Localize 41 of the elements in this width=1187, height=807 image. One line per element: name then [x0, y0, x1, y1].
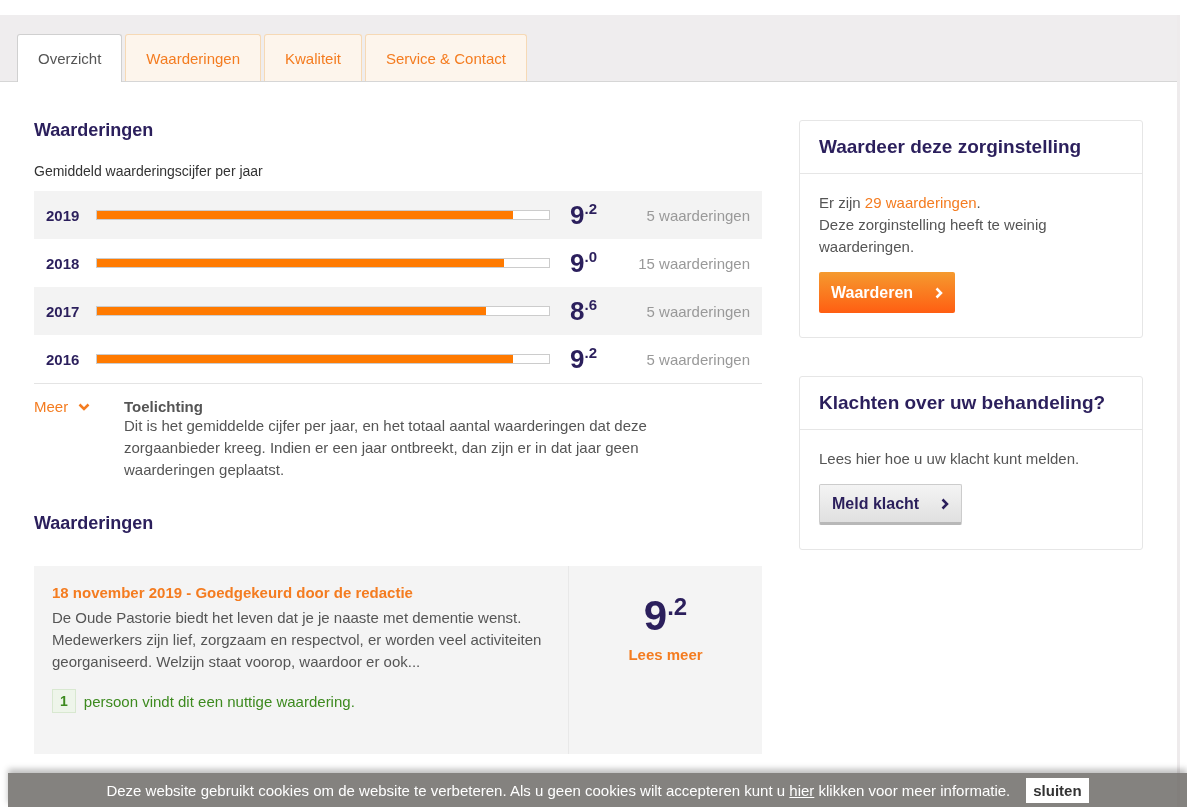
close-button[interactable]: sluiten [1026, 777, 1089, 803]
year-score: 9$^{.0}$ [570, 247, 598, 279]
chart-subtitle: Gemiddeld waarderingscijfer per jaar [34, 163, 264, 179]
rating-count: 5 waarderingen [645, 206, 750, 224]
year-label: 2017 [46, 302, 81, 320]
explanation-text: Dit is het gemiddelde cijfer per jaar, en het totaal aantal waarderingen dat deze zorgaanbieder kreeg. Indien er een jaar ontbreekt, dan zijn er in dat jaar geen waarderingen geplaatst. [124, 416, 648, 480]
tab[interactable]: Service & Contact [364, 34, 527, 81]
review-text: De Oude Pastorie biedt het leven dat je je naaste met dementie wenst. Medewerkers zijn lief, zorgzaam en respectvol, er worden veel activiteiten georganiseerd. Welzijn staat voorop, waardoor er ook... [52, 608, 542, 672]
card-title: Waardeer deze zorginstelling [800, 121, 1142, 174]
helpful-count: 1 [52, 689, 76, 713]
rating-count: 5 waarderingen [645, 302, 750, 320]
year-score: 9$^{.2}$ [570, 343, 598, 375]
year-score: 8$^{.6}$ [570, 295, 598, 327]
year-label: 2018 [46, 254, 81, 272]
card-text: Lees hier hoe u uw klacht kunt melden. [819, 449, 1081, 469]
chevron-right-icon [935, 286, 944, 299]
rate-button[interactable]: Waarderen [819, 272, 956, 313]
review-score: 9$^{.2}$ [643, 592, 688, 640]
review-heading: 18 november 2019 - Goedgekeurd door de redactie [52, 584, 414, 601]
year-label: 2016 [46, 350, 81, 368]
explanation-title: Toelichting [124, 398, 204, 415]
tab[interactable]: Kwaliteit [264, 34, 362, 81]
info-link[interactable]: hier [789, 781, 815, 799]
complaint-button[interactable]: Meld klacht [819, 484, 963, 525]
chevron-right-icon [941, 497, 950, 510]
ratings-link[interactable]: 29 waarderingen [864, 194, 977, 211]
year-score: 9$^{.2}$ [570, 199, 598, 231]
year-label: 2019 [46, 206, 81, 224]
more-link[interactable]: Meer [34, 398, 124, 481]
card-title: Klachten over uw behandeling? [800, 377, 1142, 430]
section-title: Waarderingen [34, 513, 155, 534]
section-title: Waarderingen [34, 120, 155, 141]
helpful-text: persoon vindt dit een nuttige waardering. [83, 692, 355, 710]
read-more-link[interactable]: Lees meer [628, 646, 703, 663]
tab[interactable]: Overzicht [17, 34, 123, 82]
rating-count: 15 waarderingen [637, 254, 750, 272]
cookie-text: Deze website gebruikt cookies om de website te verbeteren. Als u geen cookies wilt accepteren kunt u hier klikken voor meer informatie. [106, 781, 1011, 799]
card-text: Er zijn 29 waarderingen. Deze zorginstelling heeft te weinig waarderingen. [819, 193, 1048, 257]
rating-count: 5 waarderingen [645, 350, 750, 368]
tab[interactable]: Waarderingen [125, 34, 262, 81]
chevron-down-icon [78, 403, 91, 411]
